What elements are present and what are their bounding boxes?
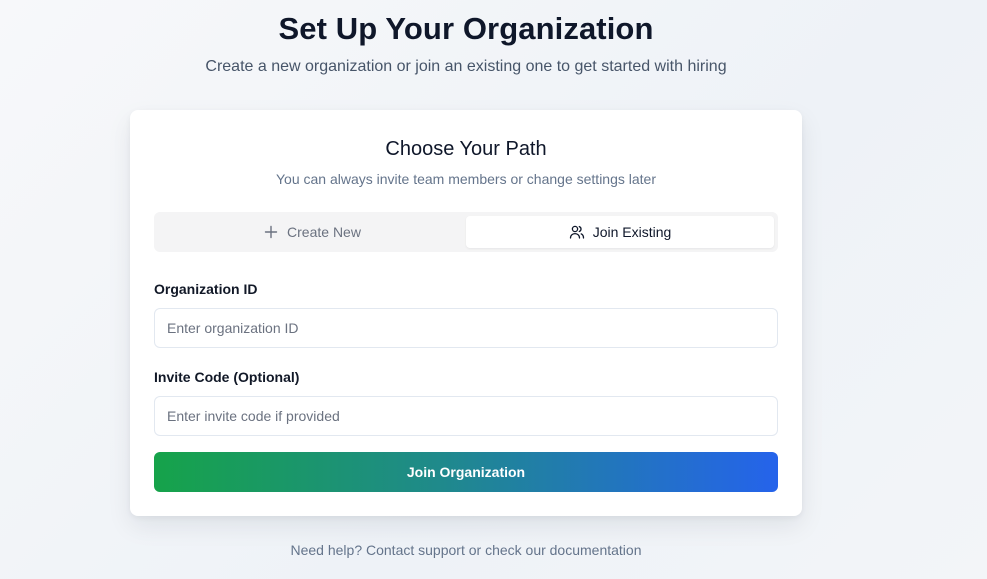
card-subtitle: You can always invite team members or ch… bbox=[275, 171, 656, 187]
tab-create-new[interactable]: Create New bbox=[158, 216, 466, 248]
setup-card: Choose Your Path You can always invite t… bbox=[130, 110, 802, 516]
tab-create-new-label: Create New bbox=[287, 224, 361, 240]
card-title: Choose Your Path bbox=[385, 138, 547, 160]
invite-code-label: Invite Code (Optional) bbox=[154, 369, 300, 385]
join-organization-button[interactable]: Join Organization bbox=[154, 452, 778, 492]
tab-join-existing[interactable]: Join Existing bbox=[466, 216, 774, 248]
organization-id-label: Organization ID bbox=[154, 281, 258, 297]
page-subtitle: Create a new organization or join an exi… bbox=[205, 58, 727, 75]
page-title: Set Up Your Organization bbox=[278, 11, 654, 46]
invite-code-input[interactable] bbox=[154, 396, 778, 436]
plus-icon bbox=[263, 224, 279, 240]
help-text: Need help? Contact support or check our … bbox=[290, 542, 642, 558]
organization-id-input[interactable] bbox=[154, 308, 778, 348]
path-tabs: Create New Join Existing bbox=[154, 212, 778, 252]
users-icon bbox=[569, 224, 585, 240]
tab-join-existing-label: Join Existing bbox=[592, 224, 672, 240]
